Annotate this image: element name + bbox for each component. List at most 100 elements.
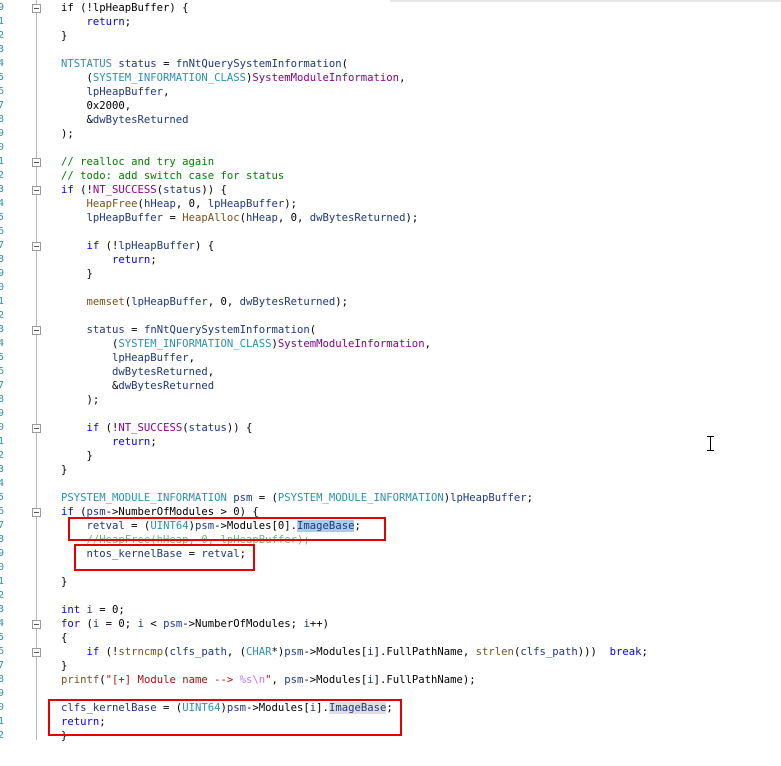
code-token: if (86, 422, 100, 434)
code-line[interactable]: &dwBytesReturned (61, 113, 189, 127)
code-token: SystemModuleInformation (277, 338, 425, 350)
line-number: 6 (0, 506, 5, 517)
code-token: ; (150, 254, 157, 266)
code-token: = (124, 324, 144, 336)
line-number: 9 (0, 548, 5, 559)
line-number: 5 (0, 352, 5, 363)
line-number: 4 (0, 338, 5, 349)
line-number: 3 (0, 464, 5, 475)
line-number: 1 (0, 576, 5, 587)
code-token: ); (405, 212, 419, 224)
code-line[interactable]: status = fnNtQuerySystemInformation( (61, 323, 317, 337)
code-line[interactable]: } (61, 659, 67, 673)
code-line[interactable]: if (!strncmp(clfs_path, (CHAR*)psm->Modu… (61, 645, 648, 659)
code-token: ->Modules[ (303, 646, 368, 658)
code-line[interactable]: NTSTATUS status = fnNtQuerySystemInforma… (61, 57, 348, 71)
code-token: psm (233, 492, 253, 504)
code-line[interactable]: for (i = 0; i < psm->NumberOfModules; i+… (61, 617, 329, 631)
code-token: // todo: add switch case for status (61, 170, 285, 182)
code-line[interactable]: return; (61, 253, 157, 267)
code-line[interactable]: } (61, 449, 93, 463)
code-line[interactable]: return; (61, 15, 132, 29)
code-line[interactable]: printf("[+] Module name --> %s\n", psm->… (61, 673, 476, 687)
code-line[interactable]: } (61, 267, 93, 281)
code-line[interactable]: int i = 0; (61, 603, 125, 617)
code-token: , (207, 366, 215, 378)
fold-toggle-icon[interactable] (32, 648, 41, 657)
code-line[interactable]: PSYSTEM_MODULE_INFORMATION psm = (PSYSTE… (61, 491, 533, 505)
code-token: if (86, 646, 100, 658)
code-line[interactable]: lpHeapBuffer, (61, 85, 170, 99)
code-token: SYSTEM_INFORMATION_CLASS (118, 338, 272, 350)
code-line[interactable]: // realloc and try again (61, 155, 214, 169)
code-line[interactable]: } (61, 29, 67, 43)
code-line[interactable]: memset(lpHeapBuffer, 0, dwBytesReturned)… (61, 295, 349, 309)
code-line[interactable]: HeapFree(hHeap, 0, lpHeapBuffer); (61, 197, 298, 211)
line-number: 4 (0, 478, 5, 489)
fold-toggle-icon[interactable] (32, 508, 41, 517)
code-token: lpHeapBuffer (86, 86, 164, 98)
fold-toggle-icon[interactable] (32, 4, 41, 13)
fold-toggle-icon[interactable] (32, 620, 41, 629)
line-number: 3 (0, 604, 5, 615)
line-number: 0 (0, 702, 5, 713)
fold-toggle-icon[interactable] (32, 242, 41, 251)
code-line[interactable]: ); (61, 127, 74, 141)
fold-toggle-icon[interactable] (32, 158, 41, 167)
code-line[interactable]: return; (61, 435, 157, 449)
code-token: strlen (475, 646, 514, 658)
code-token: %s\n (239, 674, 266, 686)
code-line[interactable]: ); (61, 393, 100, 407)
code-token: (! (99, 422, 119, 434)
code-token: ->NumberOfModules; (182, 618, 304, 630)
code-line[interactable]: (SYSTEM_INFORMATION_CLASS)SystemModuleIn… (61, 337, 431, 351)
code-line[interactable]: dwBytesReturned, (61, 365, 214, 379)
code-line[interactable]: if (!NT_SUCCESS(status)) { (61, 183, 227, 197)
code-token: } (61, 464, 68, 476)
line-number: 8 (0, 114, 5, 125)
line-number: 2 (0, 310, 5, 321)
fold-toggle-icon[interactable] (32, 424, 41, 433)
code-line[interactable]: if (!lpHeapBuffer) { (61, 1, 189, 15)
code-token: } (61, 450, 93, 462)
code-token: return (112, 436, 151, 448)
code-token: "[+] Module name --> (105, 674, 240, 686)
code-token: } (61, 30, 68, 42)
fold-toggle-icon[interactable] (32, 186, 41, 195)
code-token: ->Modules[ (303, 674, 368, 686)
line-number: 7 (0, 520, 5, 531)
code-token: )) { (201, 184, 227, 196)
code-line[interactable]: { (61, 631, 67, 645)
code-line[interactable]: &dwBytesReturned (61, 379, 214, 393)
code-line[interactable]: // todo: add switch case for status (61, 169, 284, 183)
line-number: 4 (0, 198, 5, 209)
code-token: & (61, 380, 119, 392)
code-line[interactable]: if (!lpHeapBuffer) { (61, 239, 215, 253)
line-number: 5 (0, 72, 5, 83)
code-line[interactable]: lpHeapBuffer, (61, 351, 195, 365)
code-token: { (61, 632, 68, 644)
fold-toggle-icon[interactable] (32, 326, 41, 335)
code-line[interactable]: } (61, 463, 67, 477)
line-number: 9 (0, 408, 5, 419)
code-token: ; (526, 492, 534, 504)
line-number: 3 (0, 184, 5, 195)
line-number: 2 (0, 590, 5, 601)
annotation-box-ntos-kernelbase (74, 544, 255, 571)
code-token: if (!lpHeapBuffer) { (61, 2, 189, 14)
code-token: PSYSTEM_MODULE_INFORMATION (61, 492, 227, 504)
code-line[interactable]: 0x2000, (61, 99, 132, 113)
line-number: 1 (0, 296, 5, 307)
code-token: strncmp (118, 646, 164, 658)
code-line[interactable]: (SYSTEM_INFORMATION_CLASS)SystemModuleIn… (61, 71, 406, 85)
code-line[interactable]: if (!NT_SUCCESS(status)) { (61, 421, 253, 435)
code-token: if (86, 240, 100, 252)
code-token: SYSTEM_INFORMATION_CLASS (92, 72, 246, 84)
line-number: 3 (0, 324, 5, 335)
code-line[interactable]: } (61, 575, 67, 589)
code-line[interactable]: lpHeapBuffer = HeapAlloc(hHeap, 0, dwByt… (61, 211, 419, 225)
